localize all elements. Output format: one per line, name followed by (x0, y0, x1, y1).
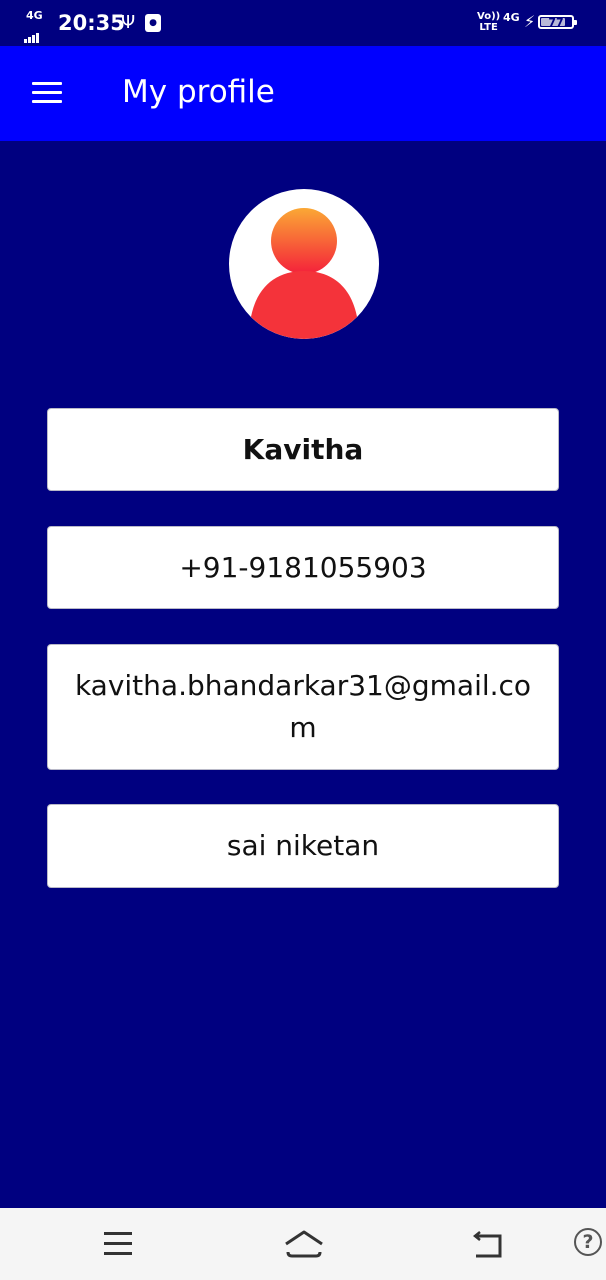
volte-icon: Vo)) LTE (477, 11, 501, 33)
profile-email-field[interactable]: kavitha.bhandarkar31@gmail.com (47, 644, 559, 770)
status-bar: 4G 20:35 Ψ ● Vo)) LTE 4G ⚡ 77 (0, 0, 606, 46)
usb-icon: Ψ (121, 12, 136, 33)
profile-email: kavitha.bhandarkar31@gmail.com (74, 669, 532, 744)
help-icon[interactable]: ? (574, 1228, 602, 1256)
page-title: My profile (122, 74, 275, 110)
charging-icon: ⚡ (524, 12, 536, 31)
back-icon[interactable] (470, 1226, 506, 1262)
hamburger-menu-icon[interactable] (20, 68, 74, 118)
signal-icon: 4G (24, 9, 48, 43)
battery-level: 77 (548, 16, 564, 29)
profile-name-field[interactable]: Kavitha (47, 408, 559, 491)
app-bar: My profile (0, 46, 606, 141)
battery-icon: 77 (538, 15, 577, 29)
home-icon[interactable] (282, 1226, 326, 1262)
profile-name: Kavitha (242, 432, 364, 466)
network-type: 4G (26, 9, 43, 22)
profile-address-field[interactable]: sai niketan (47, 804, 559, 888)
profile-phone-field[interactable]: +91-9181055903 (47, 526, 559, 609)
profile-address: sai niketan (226, 829, 380, 862)
app-notification-icon: ● (145, 14, 161, 32)
recent-apps-icon[interactable] (102, 1226, 134, 1262)
profile-phone: +91-9181055903 (179, 550, 427, 584)
user-avatar-icon[interactable] (229, 189, 379, 339)
status-time: 20:35 (58, 11, 125, 35)
system-nav-bar (0, 1208, 606, 1280)
network-type-right: 4G (503, 11, 520, 24)
